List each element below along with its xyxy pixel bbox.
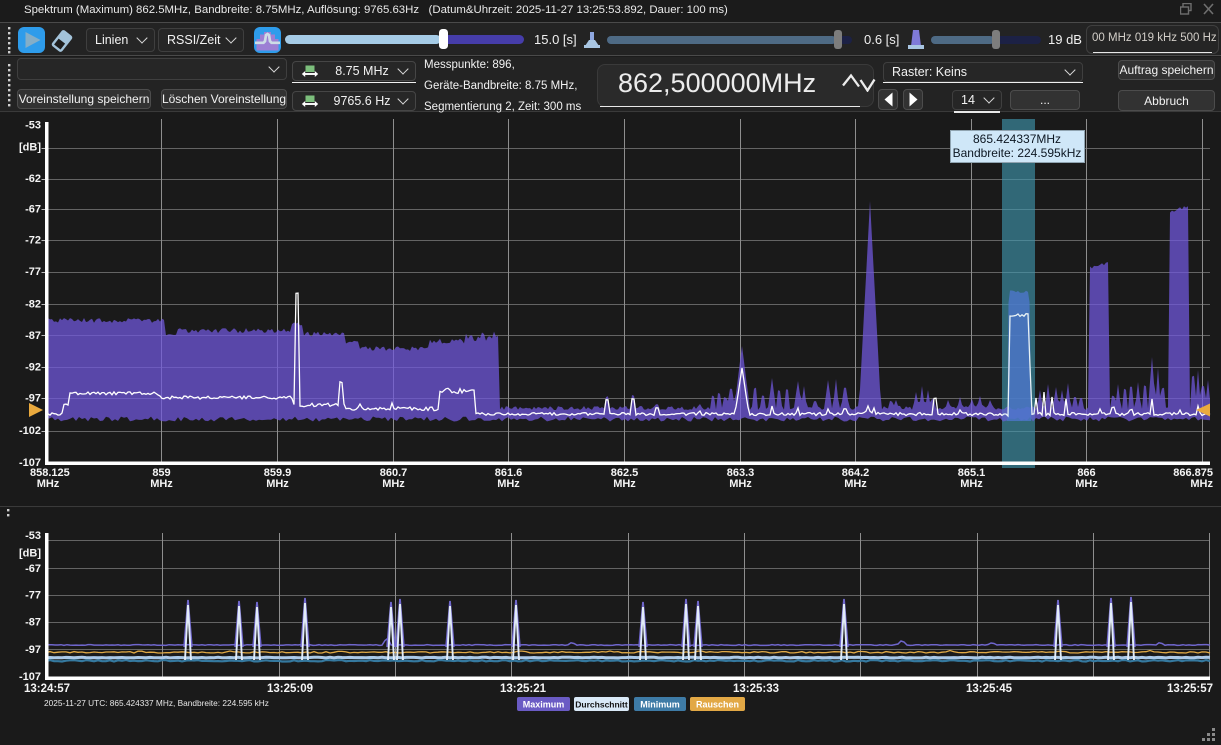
svg-text:Durchschnitt: Durchschnitt (575, 700, 628, 710)
svg-text:[dB]: [dB] (19, 548, 41, 560)
svg-text:-67: -67 (25, 203, 41, 215)
svg-text:MHz: MHz (37, 478, 60, 490)
svg-text:MHz: MHz (497, 478, 520, 490)
svg-text:13:25:57: 13:25:57 (1167, 683, 1213, 695)
svg-text:MHz: MHz (1075, 478, 1098, 490)
svg-text:-77: -77 (25, 590, 41, 602)
svg-text:[dB]: [dB] (19, 141, 41, 153)
svg-text:-72: -72 (25, 235, 41, 247)
svg-text:Maximum: Maximum (523, 700, 565, 710)
svg-text:-77: -77 (25, 266, 41, 278)
svg-text:MHz: MHz (729, 478, 752, 490)
svg-text:Minimum: Minimum (640, 700, 680, 710)
svg-text:-97: -97 (25, 644, 41, 656)
svg-text:13:25:09: 13:25:09 (267, 683, 313, 695)
svg-text:Bandbreite: 224.595kHz: Bandbreite: 224.595kHz (953, 146, 1082, 160)
svg-text:13:25:45: 13:25:45 (966, 683, 1013, 695)
svg-text:-92: -92 (25, 361, 41, 373)
svg-text:MHz: MHz (266, 478, 289, 490)
svg-text:-87: -87 (25, 330, 41, 342)
svg-text:-102: -102 (19, 425, 41, 437)
svg-text:-67: -67 (25, 563, 41, 575)
svg-text:13:25:21: 13:25:21 (500, 683, 547, 695)
svg-text:-53: -53 (25, 530, 41, 542)
svg-text:MHz: MHz (960, 478, 983, 490)
svg-text:2025-11-27 UTC: 865.424337 MHz: 2025-11-27 UTC: 865.424337 MHz, Bandbrei… (44, 698, 269, 708)
svg-text:MHz: MHz (150, 478, 173, 490)
svg-text:-97: -97 (25, 393, 41, 405)
svg-text:MHz: MHz (613, 478, 636, 490)
svg-text:-82: -82 (25, 299, 41, 311)
svg-text:13:25:33: 13:25:33 (733, 683, 779, 695)
svg-text:-107: -107 (19, 671, 41, 683)
svg-text:-53: -53 (25, 120, 41, 132)
svg-text:MHz: MHz (1190, 478, 1213, 490)
svg-text:-87: -87 (25, 617, 41, 629)
svg-text:865.424337MHz: 865.424337MHz (973, 132, 1061, 146)
svg-text:13:24:57: 13:24:57 (24, 683, 70, 695)
svg-text:-62: -62 (25, 173, 41, 185)
svg-text:MHz: MHz (382, 478, 405, 490)
svg-text:Rauschen: Rauschen (696, 700, 739, 710)
svg-text:MHz: MHz (844, 478, 867, 490)
